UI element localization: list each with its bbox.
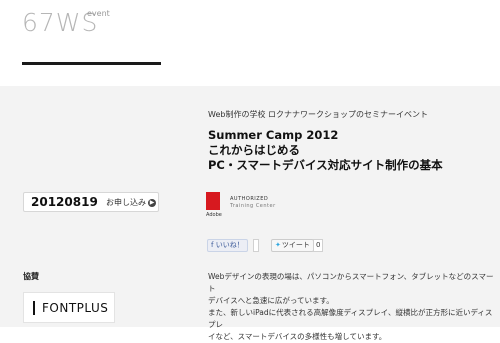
- fontplus-text: FONTPLUS: [42, 301, 109, 315]
- fontplus-logo[interactable]: FONTPLUS: [23, 292, 115, 323]
- sponsor-label: 協賛: [23, 272, 39, 281]
- facebook-icon: f: [211, 241, 214, 249]
- description-line2: デバイスへと急速に広がっています。: [208, 296, 334, 305]
- event-title-line3: PC・スマートデバイス対応サイト制作の基本: [208, 158, 443, 172]
- event-date-box: 20120819 お申し込み ▶: [23, 192, 159, 212]
- description-line3: また、新しいiPadに代表される高解像度ディスプレイ、縦横比が正方形に近いディス…: [208, 308, 493, 329]
- apply-button[interactable]: お申し込み ▶: [106, 197, 156, 208]
- tweet-button[interactable]: ✦ツイート: [271, 239, 314, 252]
- event-subtitle: Web制作の学校 ロクナナワークショップのセミナーイベント: [208, 110, 428, 119]
- adobe-brand: Adobe: [206, 212, 222, 218]
- apply-button-label: お申し込み: [106, 198, 146, 207]
- logo-superscript: event: [87, 9, 110, 18]
- tweet-count: 0: [313, 239, 324, 252]
- authorized-label: AUTHORIZED: [230, 196, 269, 202]
- page-header: 67WS event: [0, 0, 500, 86]
- fontplus-icon: [33, 301, 41, 315]
- event-description: Webデザインの表現の場は、パソコンからスマートフォン、タブレットなどのスマート…: [208, 271, 494, 343]
- event-date: 20120819: [31, 195, 98, 209]
- like-count: [253, 239, 259, 252]
- arrow-right-icon: ▶: [148, 198, 156, 207]
- training-center-label: Training Center: [230, 203, 276, 209]
- tweet-label: ツイート: [281, 241, 310, 249]
- authorized-training-center: AUTHORIZED Training Center: [230, 196, 276, 210]
- facebook-like-button[interactable]: f いいね！: [207, 239, 248, 252]
- adobe-logo-icon: [206, 192, 220, 210]
- description-line4: イなど、スマートデバイスの多様性も増しています。: [208, 332, 387, 341]
- logo-underline: [22, 62, 161, 65]
- twitter-bird-icon: ✦: [275, 241, 281, 249]
- description-line1: Webデザインの表現の場は、パソコンからスマートフォン、タブレットなどのスマート: [208, 272, 494, 293]
- event-title: Summer Camp 2012 これからはじめる PC・スマートデバイス対応サ…: [208, 128, 443, 173]
- event-title-line1: Summer Camp 2012: [208, 128, 339, 142]
- event-title-line2: これからはじめる: [208, 143, 300, 157]
- like-label: いいね！: [215, 241, 244, 249]
